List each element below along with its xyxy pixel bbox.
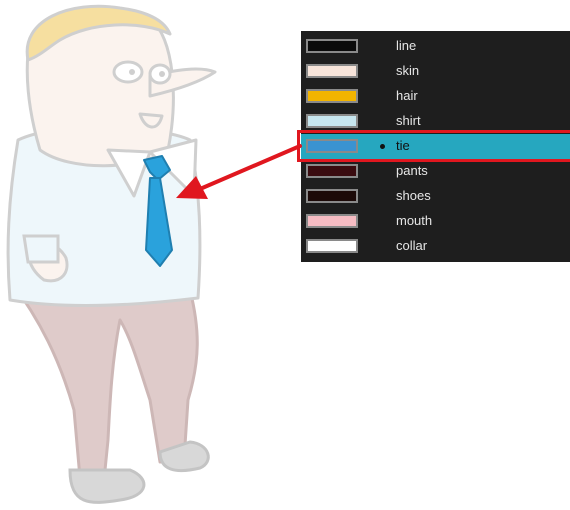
color-swatch-pants bbox=[306, 164, 358, 178]
selected-bullet-icon bbox=[380, 144, 385, 149]
character-illustration bbox=[6, 4, 217, 504]
palette-row-shoes[interactable]: shoes bbox=[301, 184, 570, 209]
color-name-label: mouth bbox=[396, 213, 433, 228]
color-swatch-hair bbox=[306, 89, 358, 103]
color-swatch-skin bbox=[306, 64, 358, 78]
color-name-label: skin bbox=[396, 63, 420, 78]
palette-row-skin[interactable]: skin bbox=[301, 59, 570, 84]
palette-row-hair[interactable]: hair bbox=[301, 84, 570, 109]
palette-row-tie[interactable]: tie bbox=[301, 134, 570, 159]
color-name-label: hair bbox=[396, 88, 418, 103]
palette-row-mouth[interactable]: mouth bbox=[301, 209, 570, 234]
color-name-label: tie bbox=[396, 138, 410, 153]
color-swatch-shoes bbox=[306, 189, 358, 203]
palette-row-shirt[interactable]: shirt bbox=[301, 109, 570, 134]
color-name-label: pants bbox=[396, 163, 428, 178]
color-swatch-tie bbox=[306, 139, 358, 153]
color-name-label: collar bbox=[396, 238, 428, 253]
color-swatch-shirt bbox=[306, 114, 358, 128]
palette-row-pants[interactable]: pants bbox=[301, 159, 570, 184]
color-swatch-collar bbox=[306, 239, 358, 253]
color-name-label: line bbox=[396, 38, 417, 53]
color-name-label: shoes bbox=[396, 188, 431, 203]
color-swatch-mouth bbox=[306, 214, 358, 228]
color-palette-list: line skin hair shirt tie pants shoes mou… bbox=[301, 31, 570, 262]
color-swatch-line bbox=[306, 39, 358, 53]
palette-row-collar[interactable]: collar bbox=[301, 234, 570, 259]
color-name-label: shirt bbox=[396, 113, 421, 128]
palette-row-line[interactable]: line bbox=[301, 34, 570, 59]
